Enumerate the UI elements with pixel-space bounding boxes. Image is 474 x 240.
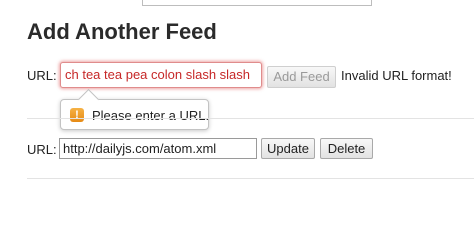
url-label: URL: bbox=[27, 68, 57, 83]
feed-url-label: URL: bbox=[27, 142, 57, 157]
validation-tooltip: ! Please enter a URL. bbox=[60, 88, 210, 130]
page-heading: Add Another Feed bbox=[27, 19, 217, 44]
previous-panel-edge bbox=[142, 0, 372, 6]
tooltip-text: Please enter a URL. bbox=[92, 108, 210, 123]
new-feed-url-input[interactable]: ch tea tea pea colon slash slash bbox=[60, 62, 262, 88]
tooltip-arrow bbox=[77, 88, 100, 111]
divider-top bbox=[27, 118, 474, 119]
feed-url-value: http://dailyjs.com/atom.xml bbox=[63, 141, 217, 156]
feed-url-input[interactable]: http://dailyjs.com/atom.xml bbox=[59, 138, 257, 159]
validation-message: Invalid URL format! bbox=[341, 68, 452, 83]
update-button[interactable]: Update bbox=[261, 138, 315, 159]
new-feed-url-value: ch tea tea pea colon slash slash bbox=[65, 67, 251, 82]
warning-icon: ! bbox=[70, 108, 84, 122]
delete-button[interactable]: Delete bbox=[320, 138, 373, 159]
divider-bottom bbox=[27, 178, 474, 179]
add-feed-button[interactable]: Add Feed bbox=[267, 66, 336, 88]
